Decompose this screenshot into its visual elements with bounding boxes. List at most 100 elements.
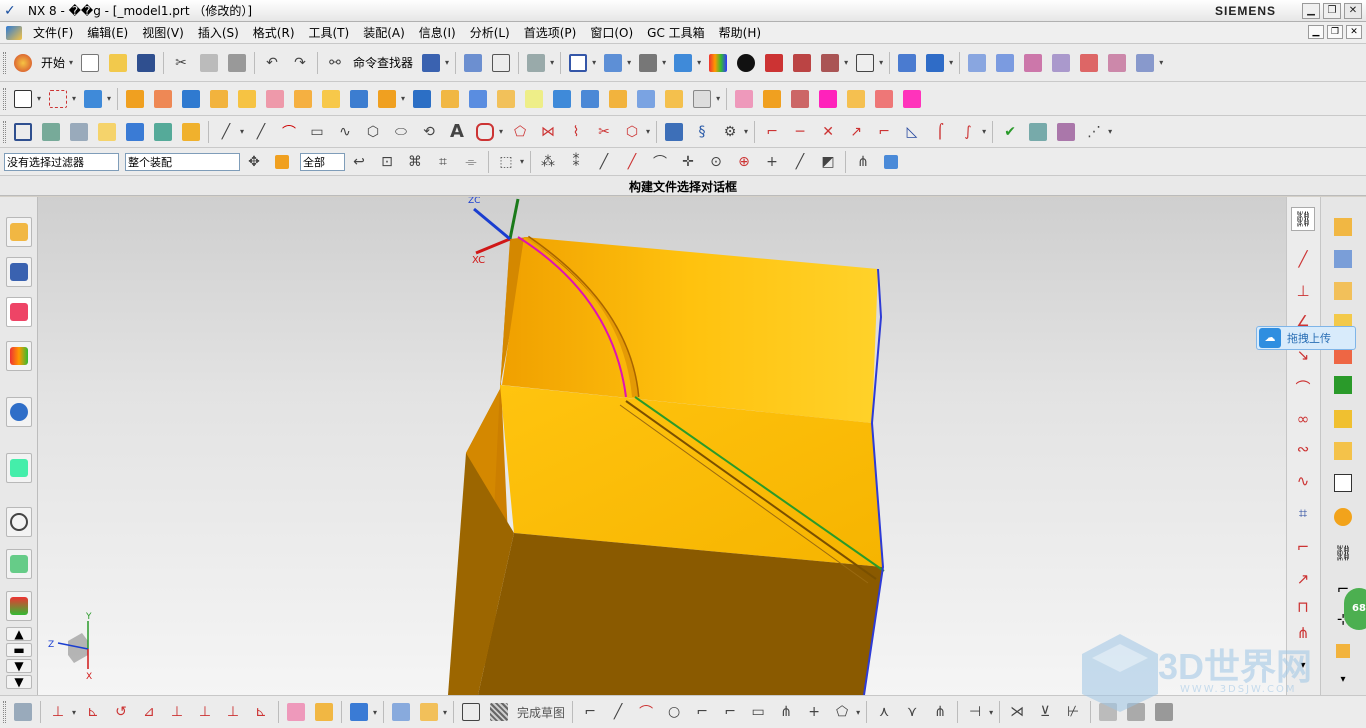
toolbar-grip[interactable] [3, 701, 6, 723]
line-icon[interactable]: ╱ [214, 120, 238, 144]
circle-arc-icon[interactable]: ∞ [1291, 407, 1315, 431]
snap-3d-icon[interactable] [879, 150, 903, 174]
part-navigator-tab[interactable] [6, 297, 32, 327]
helix-icon[interactable]: ⟲ [417, 120, 441, 144]
move-component-icon[interactable] [179, 120, 203, 144]
intersect-icon[interactable] [494, 87, 518, 111]
snap-circle-icon[interactable]: ⊙ [704, 150, 728, 174]
doc-minimize-button[interactable]: ▁ [1308, 25, 1324, 39]
dimension-icon[interactable] [1054, 120, 1078, 144]
drag-upload-tag[interactable]: ☁ 拖拽上传 [1256, 326, 1356, 350]
menu-view[interactable]: 视图(V) [135, 24, 191, 41]
wave-arc-icon[interactable]: ∾ [1291, 437, 1315, 461]
wcs-rotate-icon[interactable]: ↺ [109, 700, 133, 724]
bottom-trim-icon[interactable]: ⋏ [872, 700, 896, 724]
add-component-icon[interactable] [123, 120, 147, 144]
chain-link-icon[interactable]: ⛓ [1291, 207, 1315, 231]
trim-body-icon[interactable] [347, 87, 371, 111]
sync-pattern-icon[interactable] [900, 87, 924, 111]
shaded-view-icon[interactable] [601, 51, 625, 75]
component-wave-icon[interactable] [1331, 505, 1355, 529]
datum-plane-icon[interactable] [46, 87, 70, 111]
section-view-icon[interactable] [762, 51, 786, 75]
subtract-icon[interactable] [466, 87, 490, 111]
wcs-xc-icon[interactable]: ⊿ [137, 700, 161, 724]
start-button[interactable]: 开始 [41, 54, 65, 71]
rib-icon[interactable] [319, 87, 343, 111]
scroll-end-button[interactable]: ▼ [6, 675, 32, 689]
component-link-icon[interactable]: ⛓ [1331, 541, 1355, 565]
selection-scope-select[interactable]: 全部 [300, 152, 345, 171]
snap-cross-icon[interactable]: ✛ [676, 150, 700, 174]
finish-sketch-button[interactable]: 完成草图 [517, 704, 565, 721]
wcs-origin-icon[interactable]: ⊥ [46, 700, 70, 724]
render-icon[interactable] [347, 700, 371, 724]
sketch-fillet-icon[interactable]: ⌐ [872, 120, 896, 144]
history-tab[interactable] [6, 453, 32, 483]
menu-analysis[interactable]: 分析(L) [463, 24, 517, 41]
roles-tab[interactable] [6, 591, 32, 621]
check-icon[interactable]: ✔ [998, 120, 1022, 144]
wcs-yc-icon[interactable]: ⊥ [193, 700, 217, 724]
finish-sketch-icon[interactable] [487, 700, 511, 724]
filter-options-icon[interactable] [270, 150, 294, 174]
wcs-absolute-icon[interactable]: ⊥ [221, 700, 245, 724]
clock-tab[interactable] [6, 507, 32, 537]
point-arc-icon[interactable]: ⌒ [1291, 375, 1315, 399]
bottom-corner-icon[interactable]: ⋔ [928, 700, 952, 724]
pad-icon[interactable] [235, 87, 259, 111]
sync-delete-face-icon[interactable] [788, 87, 812, 111]
line-2-icon[interactable]: ╱ [249, 120, 273, 144]
bridge-curve-icon[interactable]: ⋈ [536, 120, 560, 144]
analysis-icon[interactable] [524, 51, 548, 75]
copy-icon[interactable] [197, 51, 221, 75]
blend-surface-icon[interactable] [1133, 51, 1157, 75]
floating-counter-badge[interactable]: 68 [1344, 588, 1366, 630]
instance-icon[interactable] [410, 87, 434, 111]
graphics-viewport[interactable]: ZC XC Y Z X [38, 197, 1286, 695]
shell-icon[interactable] [578, 87, 602, 111]
bottom-dim-icon[interactable]: ⋊ [1005, 700, 1029, 724]
background-icon[interactable] [853, 51, 877, 75]
unite-icon[interactable] [438, 87, 462, 111]
extract-curve-icon[interactable]: ⬡ [620, 120, 644, 144]
constraint-navigator-tab[interactable] [6, 257, 32, 287]
undo-icon[interactable]: ↶ [260, 51, 284, 75]
menu-information[interactable]: 信息(I) [412, 24, 463, 41]
axis-line-icon[interactable]: ⊥ [1291, 279, 1315, 303]
freeform-icon[interactable] [1021, 51, 1045, 75]
finish-sketch-flag-icon[interactable] [459, 700, 483, 724]
bottom-fillet-icon[interactable]: ⌐ [690, 700, 714, 724]
sketch-chamfer-icon[interactable]: ◺ [900, 120, 924, 144]
select-edge-icon[interactable]: ⌯ [459, 150, 483, 174]
component-array-icon[interactable] [1331, 279, 1355, 303]
pocket-icon[interactable] [207, 87, 231, 111]
selection-settings-icon[interactable]: ✥ [242, 150, 266, 174]
styled-sweep-icon[interactable] [1105, 51, 1129, 75]
snap-icon[interactable] [489, 51, 513, 75]
select-body-icon[interactable]: ⌘ [403, 150, 427, 174]
sketch-quick-trim-icon[interactable]: ✕ [816, 120, 840, 144]
assembly-scope-select[interactable]: 整个装配 [125, 152, 240, 171]
rectangle-select-icon[interactable]: ⬚ [494, 150, 518, 174]
snap-bounded-icon[interactable]: ⋔ [851, 150, 875, 174]
bottom-line-icon[interactable]: ╱ [606, 700, 630, 724]
extend-curve-icon[interactable]: ↗ [1291, 567, 1315, 591]
snap-face-icon[interactable]: ◩ [816, 150, 840, 174]
snap-endpoint-icon[interactable]: ⁂ [536, 150, 560, 174]
component-explode-icon[interactable] [1331, 471, 1355, 495]
menu-edit[interactable]: 编辑(E) [80, 24, 135, 41]
polygon-icon[interactable]: ⬡ [361, 120, 385, 144]
fastener-icon[interactable] [662, 120, 686, 144]
thicken-icon[interactable] [662, 87, 686, 111]
sketch-extend-icon[interactable]: ↗ [844, 120, 868, 144]
fillet-curve-icon[interactable]: ⌐ [1291, 535, 1315, 559]
menu-window[interactable]: 窗口(O) [583, 24, 640, 41]
clip-section-icon[interactable] [818, 51, 842, 75]
sync-replace-face-icon[interactable] [816, 87, 840, 111]
restore-button[interactable]: ❐ [1323, 3, 1341, 19]
command-finder-button[interactable]: 命令查找器 [353, 54, 413, 71]
hole-icon[interactable] [151, 87, 175, 111]
spline-icon[interactable]: ∿ [333, 120, 357, 144]
assembly-nav-icon[interactable] [11, 120, 35, 144]
